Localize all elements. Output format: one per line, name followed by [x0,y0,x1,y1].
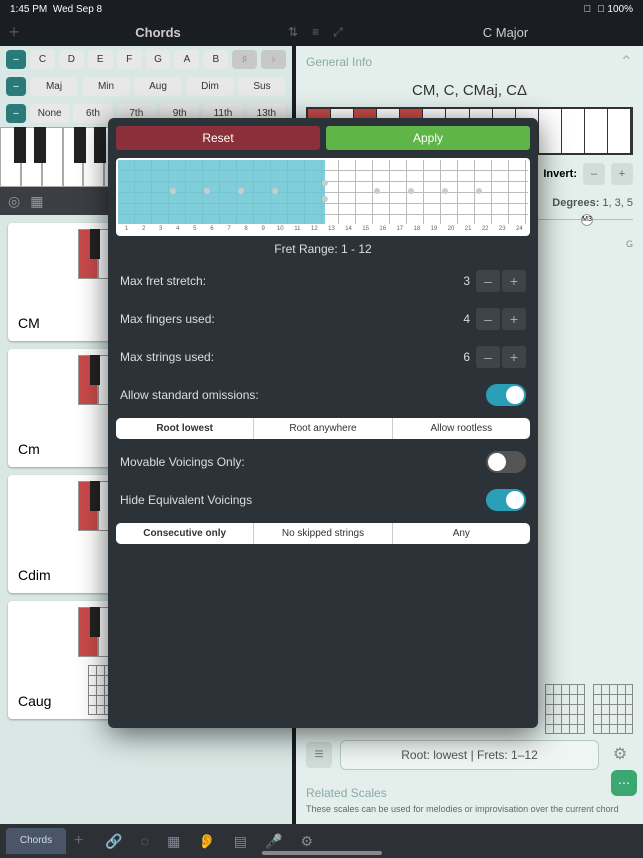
quality-sus[interactable]: Sus [238,77,286,96]
related-scales-header[interactable]: Related Scales [306,782,633,804]
interval-badge: M3 [581,214,593,226]
ext-none[interactable]: None [30,104,69,123]
degrees-label: Degrees: [552,197,599,209]
seg-root-lowest[interactable]: Root lowest [116,418,254,439]
voicing-diagram[interactable] [545,684,585,734]
seg-root-anywhere[interactable]: Root anywhere [254,418,392,439]
hide-eq-toggle[interactable] [486,489,526,511]
tab-chords[interactable]: Chords [6,828,66,854]
invert-label: Invert: [543,168,577,180]
seg-allow-rootless[interactable]: Allow rootless [393,418,530,439]
chord-label: CM [18,315,40,331]
home-indicator [262,851,382,855]
string-skip-segment[interactable]: Consecutive only No skipped strings Any [116,523,530,544]
grid-icon[interactable]: ▦ [167,833,180,850]
chord-label: Caug [18,693,51,709]
max-stretch-label: Max fret stretch: [120,274,206,288]
note-collapse[interactable]: – [6,50,26,69]
max-fingers-label: Max fingers used: [120,312,215,326]
apply-button[interactable]: Apply [326,126,530,150]
note-sharp[interactable]: ♯ [232,50,257,69]
ear-icon[interactable]: 👂 [198,833,215,850]
note-f[interactable]: F [117,50,142,69]
quality-aug[interactable]: Aug [134,77,182,96]
ext-collapse[interactable]: – [6,104,26,123]
status-bar: 1:45 PM Wed Sep 8 􀙇 􀛨 100% [0,0,643,18]
tab-add[interactable]: + [66,832,91,850]
list-icon[interactable]: ≡ [312,25,319,40]
stretch-minus[interactable]: – [476,270,500,292]
key-title: C Major [368,25,643,40]
invert-minus[interactable]: – [583,163,605,185]
max-strings-value: 6 [463,350,470,364]
target-icon[interactable]: ◎ [8,193,20,210]
fingers-minus[interactable]: – [476,308,500,330]
voicing-summary[interactable]: Root: lowest | Frets: 1–12 [340,740,599,770]
chord-label: Cdim [18,567,51,583]
play-button[interactable]: ⋯ [611,770,637,796]
movable-label: Movable Voicings Only: [120,455,245,469]
max-strings-label: Max strings used: [120,350,214,364]
movable-toggle[interactable] [486,451,526,473]
note-d[interactable]: D [59,50,84,69]
invert-plus[interactable]: + [611,163,633,185]
chords-title: Chords [28,25,288,40]
fret-range-label: Fret Range: 1 - 12 [116,236,530,262]
chord-names: CM, C, CMaj, CΔ [296,78,643,107]
note-e[interactable]: E [88,50,113,69]
quality-min[interactable]: Min [82,77,130,96]
voicing-filter-modal: Reset Apply 1234567891011121314151617181… [108,118,538,728]
reset-button[interactable]: Reset [116,126,320,150]
omissions-toggle[interactable] [486,384,526,406]
quality-collapse[interactable]: – [6,77,26,96]
quality-maj[interactable]: Maj [30,77,78,96]
degrees-value: 1, 3, 5 [602,197,633,209]
gear-icon[interactable]: ⚙ [607,742,633,768]
add-button[interactable]: + [0,22,28,43]
related-scales-text: These scales can be used for melodies or… [306,804,633,814]
grid-icon[interactable]: ▦ [30,193,43,210]
link-icon[interactable]: 🔗 [105,833,122,850]
max-fingers-value: 4 [463,312,470,326]
seg-any[interactable]: Any [393,523,530,544]
note-row: – C D E F G A B ♯ ♭ [0,46,292,73]
fret-numbers: 123456789101112131415161718192021222324 [118,226,528,236]
wifi-icon: 􀙇 [584,4,592,15]
circle-icon[interactable]: ◌ [141,833,149,850]
note-end: G [626,239,633,249]
note-a[interactable]: A [174,50,199,69]
fingers-plus[interactable]: + [502,308,526,330]
note-g[interactable]: G [146,50,171,69]
expand-icon[interactable]: ⤢ [333,25,343,40]
root-position-segment[interactable]: Root lowest Root anywhere Allow rootless [116,418,530,439]
seg-no-skipped[interactable]: No skipped strings [254,523,392,544]
chord-label: Cm [18,441,40,457]
omissions-label: Allow standard omissions: [120,388,259,402]
mic-icon[interactable]: 🎤 [265,833,282,850]
app-header: + Chords ⇅ ≡ ⤢ C Major [0,18,643,46]
strings-plus[interactable]: + [502,346,526,368]
strings-minus[interactable]: – [476,346,500,368]
sort-icon[interactable]: ⇅ [288,25,298,40]
filter-icon[interactable]: ≡ [306,742,332,768]
note-flat[interactable]: ♭ [261,50,286,69]
stretch-plus[interactable]: + [502,270,526,292]
note-c[interactable]: C [30,50,55,69]
seg-consecutive[interactable]: Consecutive only [116,523,254,544]
book-icon[interactable]: ▤ [234,833,247,850]
note-b[interactable]: B [203,50,228,69]
quality-dim[interactable]: Dim [186,77,234,96]
battery-icon: 􀛨 100% [597,4,633,15]
fret-range-selector[interactable]: 123456789101112131415161718192021222324 [116,158,530,236]
settings-icon[interactable]: ⚙ [300,833,313,850]
chevron-up-icon[interactable]: ⌃ [620,52,633,72]
ext-6[interactable]: 6th [73,104,112,123]
general-info-header[interactable]: General Info [306,55,372,69]
hide-eq-label: Hide Equivalent Voicings [120,493,252,507]
voicing-diagram[interactable] [593,684,633,734]
max-stretch-value: 3 [463,274,470,288]
